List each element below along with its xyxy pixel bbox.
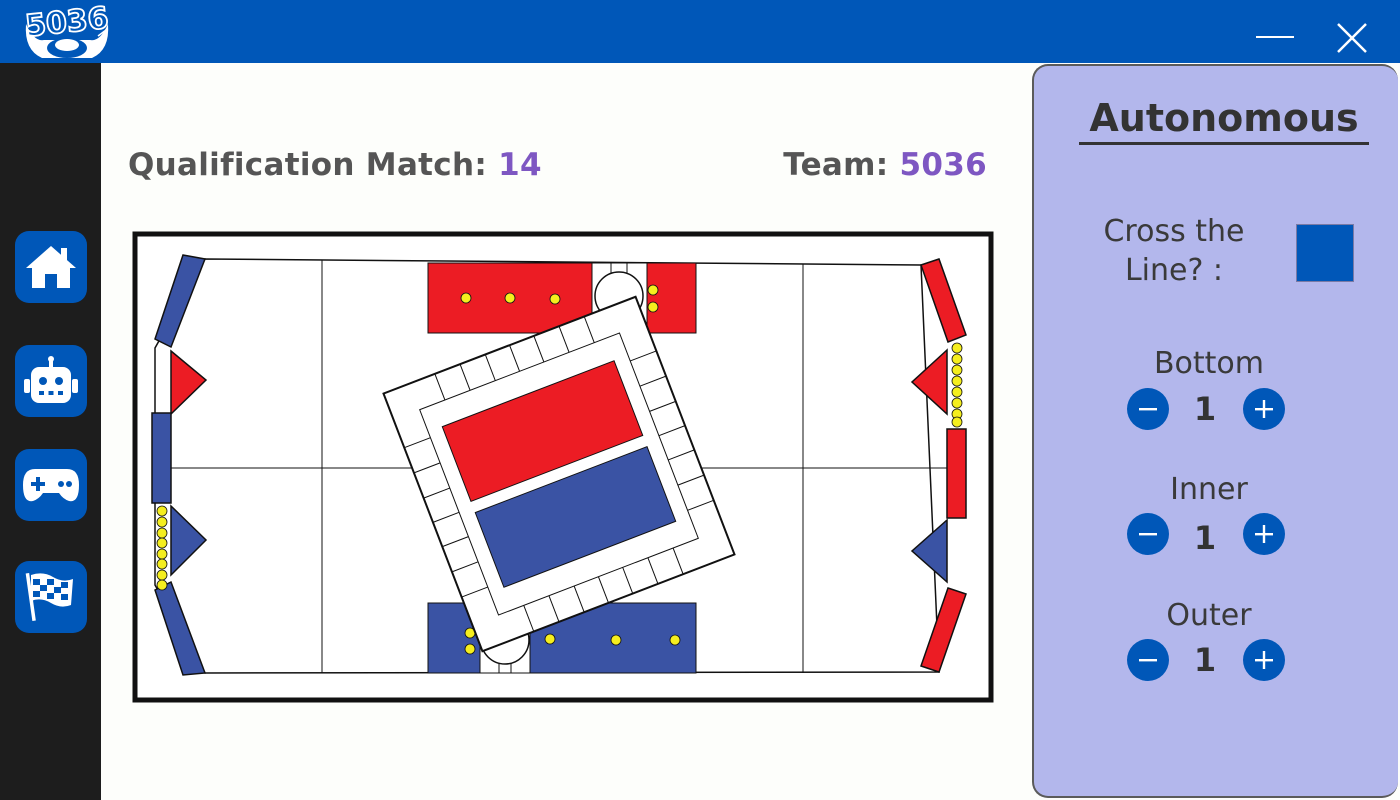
close-button[interactable] [1330,16,1374,60]
minus-icon [1139,408,1157,411]
robot-icon [24,356,78,403]
match-number: 14 [498,147,542,183]
bottom-label: Bottom [1153,346,1265,381]
cross-line-label: Cross the Line? : [1103,214,1245,288]
minimize-icon [1256,36,1294,38]
team-logo: 5036 [20,0,114,62]
plus-icon [1255,400,1273,418]
inner-decrement-button[interactable] [1127,513,1169,555]
minimize-button[interactable] [1250,18,1298,58]
outer-increment-button[interactable] [1243,639,1285,681]
inner-value: 1 [1193,519,1217,557]
plus-icon [1255,525,1273,543]
cross-line-checkbox[interactable] [1296,224,1354,282]
sidebar [0,63,101,800]
main-content: Qualification Match: 14 Team: 5036 [101,63,1032,800]
inner-label: Inner [1170,472,1248,507]
panel-title: Autonomous [1089,96,1359,140]
inner-increment-button[interactable] [1243,513,1285,555]
close-icon [1337,23,1367,53]
outer-value: 1 [1193,641,1217,679]
team-number: 5036 [899,147,987,183]
sidebar-item-home[interactable] [15,231,87,303]
gamepad-icon [23,469,79,502]
checkered-flag-icon [25,573,73,622]
match-label: Qualification Match: [128,147,499,183]
sidebar-item-endgame[interactable] [15,561,87,633]
bottom-value: 1 [1193,390,1217,428]
team-header: Team: 5036 [783,147,987,183]
team-label: Team: [783,147,900,183]
autonomous-panel: Autonomous Cross the Line? : Bottom 1 In… [1032,64,1398,798]
sidebar-item-teleop[interactable] [15,449,87,521]
outer-label: Outer [1166,598,1252,633]
title-bar: 5036 [0,0,1400,63]
bottom-decrement-button[interactable] [1127,388,1169,430]
sidebar-item-autonomous[interactable] [15,345,87,417]
minus-icon [1139,533,1157,536]
bottom-increment-button[interactable] [1243,388,1285,430]
match-header: Qualification Match: 14 [128,147,542,183]
plus-icon [1255,651,1273,669]
logo-text: 5036 [23,2,110,44]
title-underline [1079,142,1369,145]
minus-icon [1139,659,1157,662]
field-map[interactable] [131,230,997,710]
outer-decrement-button[interactable] [1127,639,1169,681]
home-icon [26,246,76,288]
